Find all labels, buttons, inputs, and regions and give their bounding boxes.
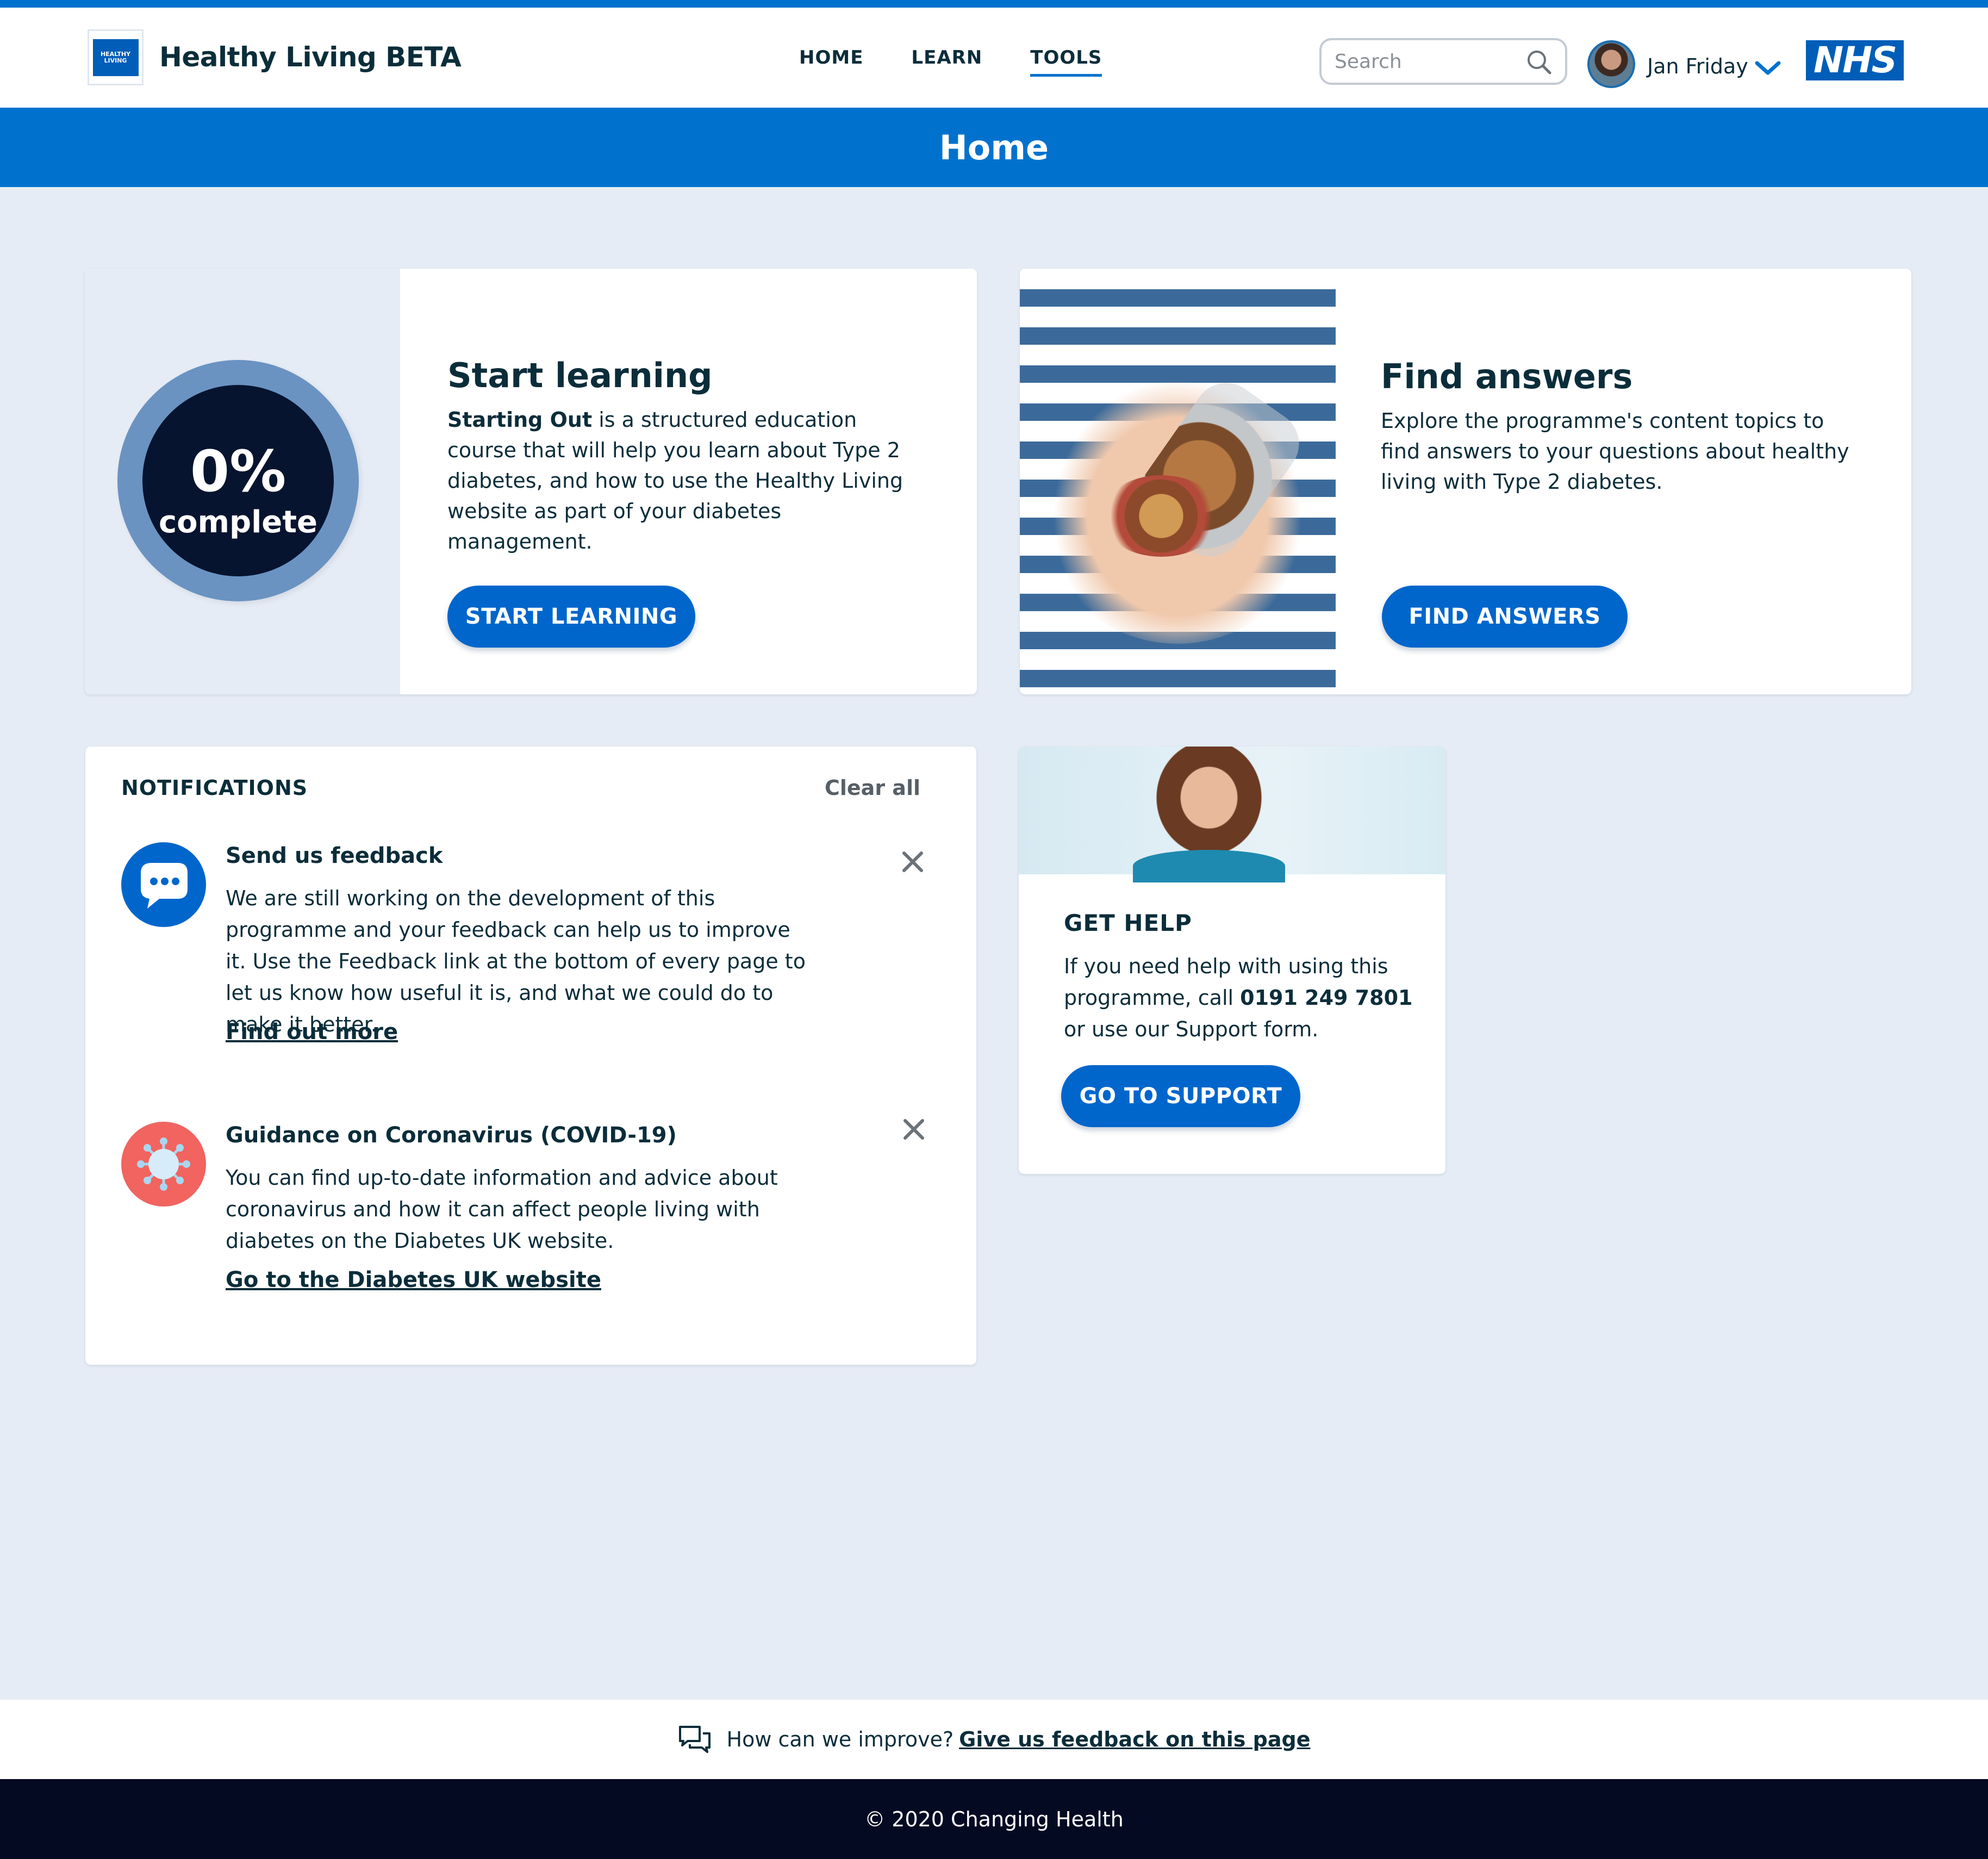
site-header: HEALTHY LIVING Healthy Living BETA HOME … [0, 8, 1988, 108]
get-help-card: GET HELP If you need help with using thi… [1019, 747, 1445, 1174]
help-card-description: If you need help with using this program… [1064, 950, 1423, 1045]
logo-mark: HEALTHY LIVING [92, 39, 139, 76]
notification-body: We are still working on the development … [226, 886, 806, 1036]
feedback-inner: How can we improve? Give us feedback on … [678, 1723, 1310, 1756]
main-nav: HOME LEARN TOOLS [799, 47, 1150, 77]
nav-home[interactable]: HOME [799, 47, 863, 77]
trail-mix-photo [1020, 269, 1336, 694]
find-answers-button[interactable]: FIND ANSWERS [1382, 586, 1628, 648]
notifications-card: NOTIFICATIONS Clear all Send us feedback… [85, 747, 976, 1365]
notification-title: Send us feedback [226, 843, 443, 868]
healthy-living-logo[interactable]: HEALTHY LIVING [88, 29, 144, 85]
notifications-heading: NOTIFICATIONS [121, 776, 308, 800]
notification-body: You can find up-to-date information and … [226, 1166, 778, 1253]
top-accent-strip [0, 0, 1988, 8]
nhs-logo: NHS [1806, 40, 1904, 80]
answers-card-description: Explore the programme's content topics t… [1381, 409, 1849, 494]
close-icon[interactable] [902, 1117, 926, 1141]
page-title: Home [939, 127, 1049, 167]
support-phone: 0191 249 7801 [1240, 986, 1413, 1010]
start-learning-button[interactable]: START LEARNING [447, 586, 695, 648]
learn-card-description: Starting Out is a structured education c… [447, 405, 926, 557]
feedback-bar: How can we improve? Give us feedback on … [0, 1700, 1988, 1779]
progress-ring: 0% complete [117, 360, 359, 601]
find-answers-card: Find answers Explore the programme's con… [1020, 269, 1911, 694]
nuts-shape [1101, 475, 1221, 557]
clear-all-button[interactable]: Clear all [825, 776, 920, 800]
feedback-prompt: How can we improve? [726, 1727, 954, 1751]
search-input[interactable] [1335, 40, 1530, 83]
support-agent-photo [1019, 747, 1445, 882]
speech-bubbles-icon [678, 1726, 711, 1753]
site-footer: © 2020 Changing Health [0, 1779, 1988, 1859]
help-body-end: or use our Support form. [1064, 1017, 1319, 1041]
go-to-support-button[interactable]: GO TO SUPPORT [1061, 1065, 1300, 1127]
progress-panel: 0% complete [85, 269, 400, 694]
diabetes-uk-link[interactable]: Go to the Diabetes UK website [226, 1267, 601, 1292]
copyright-text: © 2020 Changing Health [864, 1807, 1124, 1831]
notification-title: Guidance on Coronavirus (COVID-19) [226, 1123, 677, 1148]
answers-card-title: Find answers [1381, 357, 1633, 396]
help-card-title: GET HELP [1064, 910, 1192, 936]
start-learning-card: 0% complete Start learning Starting Out … [85, 269, 977, 694]
nav-tools[interactable]: TOOLS [1030, 47, 1102, 77]
nav-learn[interactable]: LEARN [911, 47, 982, 77]
virus-icon [121, 1122, 206, 1207]
find-out-more-link[interactable]: Find out more [226, 1019, 398, 1044]
progress-label: complete [158, 505, 318, 540]
progress-percent: 0% [190, 438, 286, 505]
search-icon[interactable] [1525, 48, 1553, 76]
progress-core: 0% complete [142, 385, 334, 576]
chat-bubble-icon [121, 842, 206, 927]
search-box [1319, 38, 1567, 85]
user-avatar[interactable] [1587, 40, 1635, 88]
course-name: Starting Out [447, 408, 593, 432]
agent-shirt-shape [1133, 850, 1285, 882]
chevron-down-icon[interactable] [1755, 60, 1781, 76]
close-icon[interactable] [901, 850, 925, 874]
user-name[interactable]: Jan Friday [1647, 54, 1748, 78]
app-title[interactable]: Healthy Living BETA [159, 41, 462, 73]
page-title-banner: Home [0, 108, 1988, 187]
page-feedback-link[interactable]: Give us feedback on this page [959, 1727, 1310, 1751]
learn-card-title: Start learning [447, 356, 713, 395]
